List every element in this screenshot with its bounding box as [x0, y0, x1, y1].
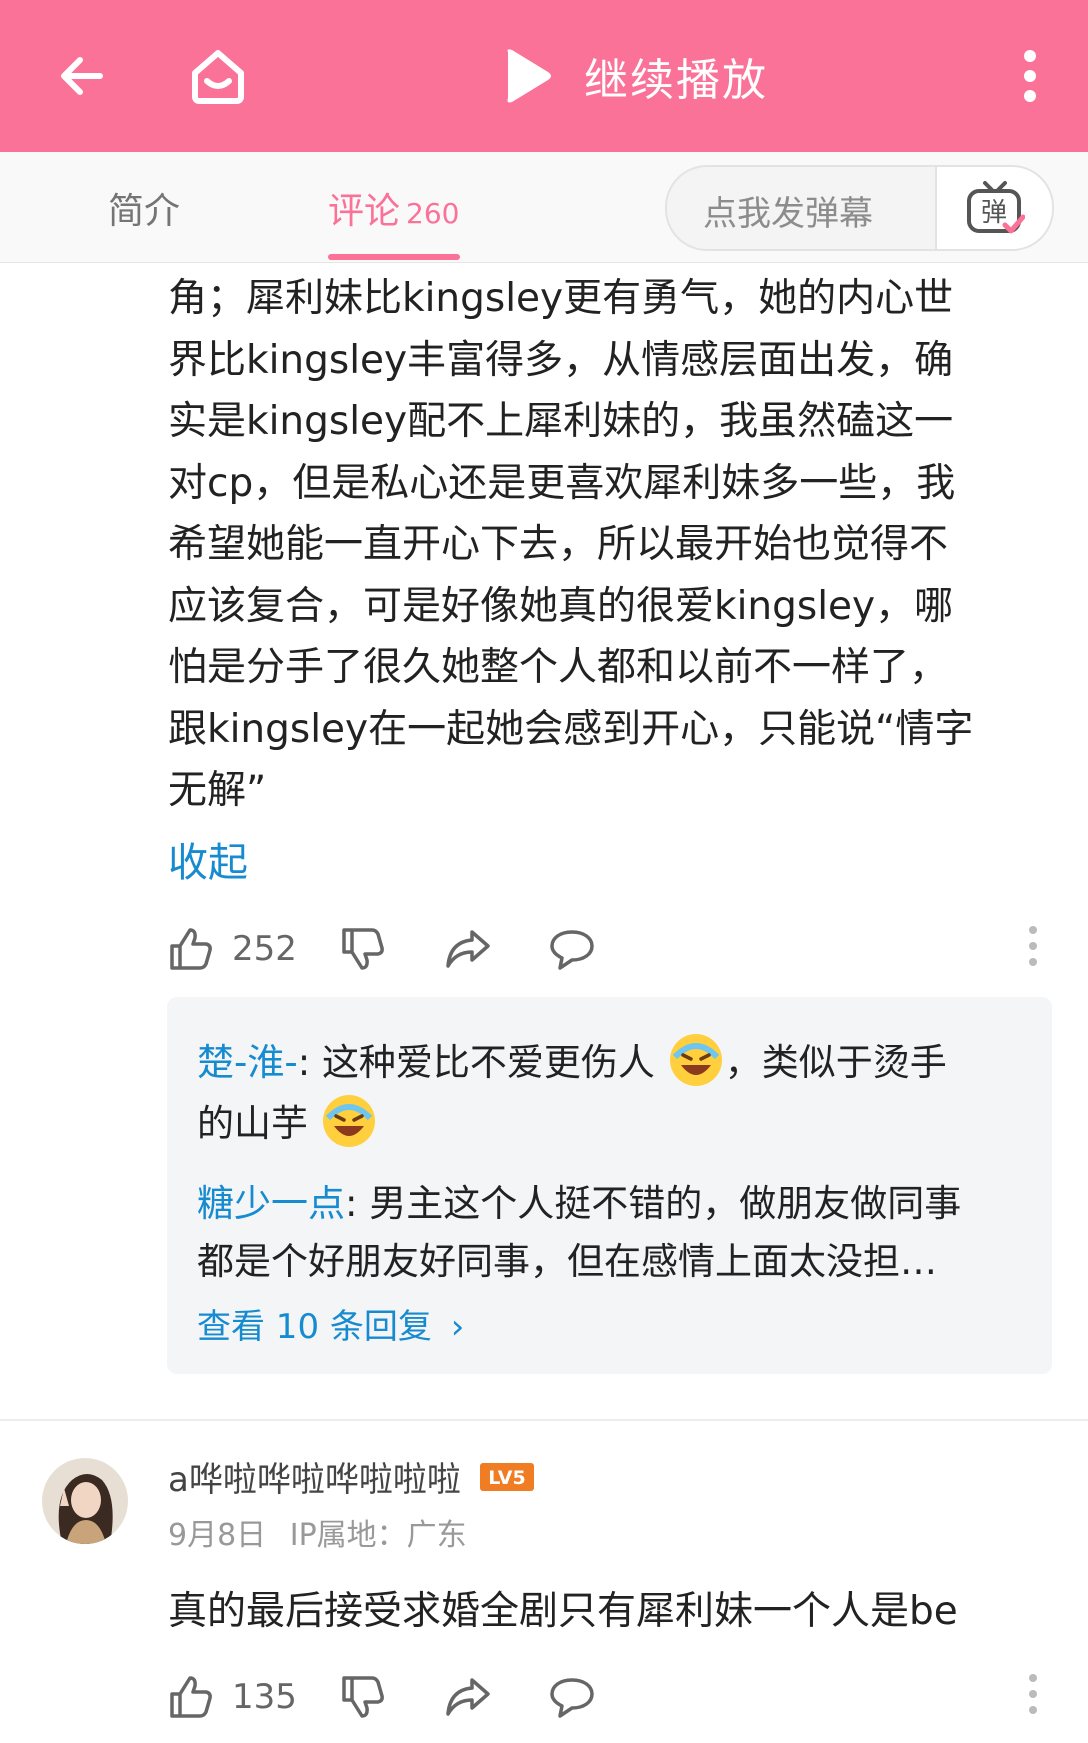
comment-line: 实是kingsley配不上犀利妹的，我虽然磕这一	[168, 399, 954, 444]
reply-text-cont: 都是个好朋友好同事，但在感情上面太没担…	[197, 1240, 937, 1283]
comment-bubble-icon	[550, 930, 594, 970]
reply-button[interactable]	[548, 926, 596, 972]
reply-username[interactable]: 糖少一点	[197, 1182, 345, 1225]
more-options-icon[interactable]	[1018, 924, 1048, 968]
more-vertical-icon[interactable]	[990, 36, 1070, 116]
comment-line: 对cp，但是私心还是更喜欢犀利妹多一些，我	[168, 460, 956, 506]
tab-comments-label: 评论	[328, 191, 401, 232]
tab-comments[interactable]: 评论 260	[328, 182, 459, 234]
comment-actions: 252	[168, 918, 1048, 978]
home-icon[interactable]	[178, 36, 258, 116]
like-button[interactable]: 135	[168, 1674, 297, 1720]
continue-play-button[interactable]: 继续播放	[500, 40, 768, 112]
view-more-replies-link[interactable]: 查看 10 条回复 ›	[197, 1299, 464, 1348]
play-icon	[507, 49, 551, 103]
share-icon	[446, 1678, 490, 1716]
like-count: 135	[232, 1677, 297, 1717]
tab-intro-label: 简介	[108, 191, 181, 232]
comment-line: 跟kingsley在一起她会感到开心，只能说“情字	[168, 706, 974, 752]
laugh-cry-emoji	[322, 1095, 375, 1147]
thumb-up-icon	[170, 1676, 212, 1718]
back-arrow-icon[interactable]	[42, 36, 122, 116]
laugh-cry-emoji	[669, 1034, 722, 1086]
level-badge-icon: LV5	[479, 1462, 534, 1491]
dislike-button[interactable]	[340, 1674, 386, 1720]
like-count: 252	[232, 929, 297, 969]
thumb-up-icon	[170, 928, 212, 970]
comment-line: 无解”	[168, 768, 267, 813]
dislike-button[interactable]	[340, 926, 386, 972]
reply-text-tail: ，类似于烫手	[724, 1041, 947, 1084]
ip-location: IP属地：广东	[289, 1518, 467, 1553]
active-tab-indicator	[328, 254, 460, 260]
share-icon	[446, 930, 490, 968]
comment-actions: 135	[168, 1666, 1048, 1726]
comment-line: 怕是分手了很久她整个人都和以前不一样了，	[168, 645, 949, 690]
comment-divider	[0, 1419, 1088, 1421]
reply-text: 这种爱比不爱更伤人	[321, 1041, 655, 1084]
reply-text: 男主这个人挺不错的，做朋友做同事	[369, 1182, 962, 1225]
comment-meta: 9月8日 IP属地：广东	[168, 1510, 467, 1554]
view-more-label: 查看 10 条回复	[197, 1307, 432, 1347]
reply-button[interactable]	[548, 1674, 596, 1720]
danmaku-toggle-button[interactable]: 弹	[935, 167, 1052, 249]
comment-text: 真的最后接受求婚全剧只有犀利妹一个人是be	[168, 1589, 958, 1634]
like-button[interactable]: 252	[168, 926, 297, 972]
replies-preview[interactable]: 楚-淮-: 这种爱比不爱更伤人 ，类似于烫手 的山芋 糖少一点: 男主这个人挺不…	[167, 997, 1052, 1374]
danmaku-placeholder: 点我发弹幕	[703, 194, 873, 234]
chevron-right-icon: ›	[450, 1307, 465, 1347]
thumb-down-icon	[342, 928, 384, 970]
comment-bubble-icon	[550, 1678, 594, 1718]
avatar[interactable]	[42, 1458, 128, 1544]
top-bar: 继续播放	[0, 0, 1088, 152]
collapse-link[interactable]: 收起	[168, 830, 248, 888]
comment-date: 9月8日	[168, 1518, 267, 1553]
share-button[interactable]	[444, 926, 492, 972]
danmaku-input[interactable]: 点我发弹幕 弹	[665, 165, 1054, 251]
reply-text-cont: 的山芋	[197, 1102, 308, 1145]
comment-line: 界比kingsley丰富得多，从情感层面出发，确	[168, 337, 954, 383]
comments-count: 260	[406, 197, 460, 230]
comment-line: 应该复合，可是好像她真的很爱kingsley，哪	[168, 583, 954, 629]
username[interactable]: a哗啦哗啦哗啦啦啦	[168, 1452, 461, 1501]
continue-play-label: 继续播放	[584, 55, 768, 106]
reply-item[interactable]: 糖少一点: 男主这个人挺不错的，做朋友做同事 都是个好朋友好同事，但在感情上面太…	[197, 1175, 1027, 1291]
reply-item[interactable]: 楚-淮-: 这种爱比不爱更伤人 ，类似于烫手 的山芋	[197, 1031, 1027, 1153]
svg-text:LV5: LV5	[488, 1467, 525, 1489]
comment-line: 角；犀利妹比kingsley更有勇气，她的内心世	[168, 276, 954, 321]
danmaku-tv-icon: 弹	[966, 181, 1025, 234]
thumb-down-icon	[342, 1676, 384, 1718]
reply-username[interactable]: 楚-淮-	[197, 1041, 298, 1084]
more-options-icon[interactable]	[1018, 1672, 1048, 1716]
comment-line: 希望她能一直开心下去，所以最开始也觉得不	[168, 522, 949, 567]
share-button[interactable]	[444, 1674, 492, 1720]
comment-body: 角；犀利妹比kingsley更有勇气，她的内心世 界比kingsley丰富得多，…	[168, 268, 1048, 822]
comment-author[interactable]: a哗啦哗啦哗啦啦啦 LV5	[168, 1452, 535, 1501]
tab-intro[interactable]: 简介	[108, 182, 180, 234]
